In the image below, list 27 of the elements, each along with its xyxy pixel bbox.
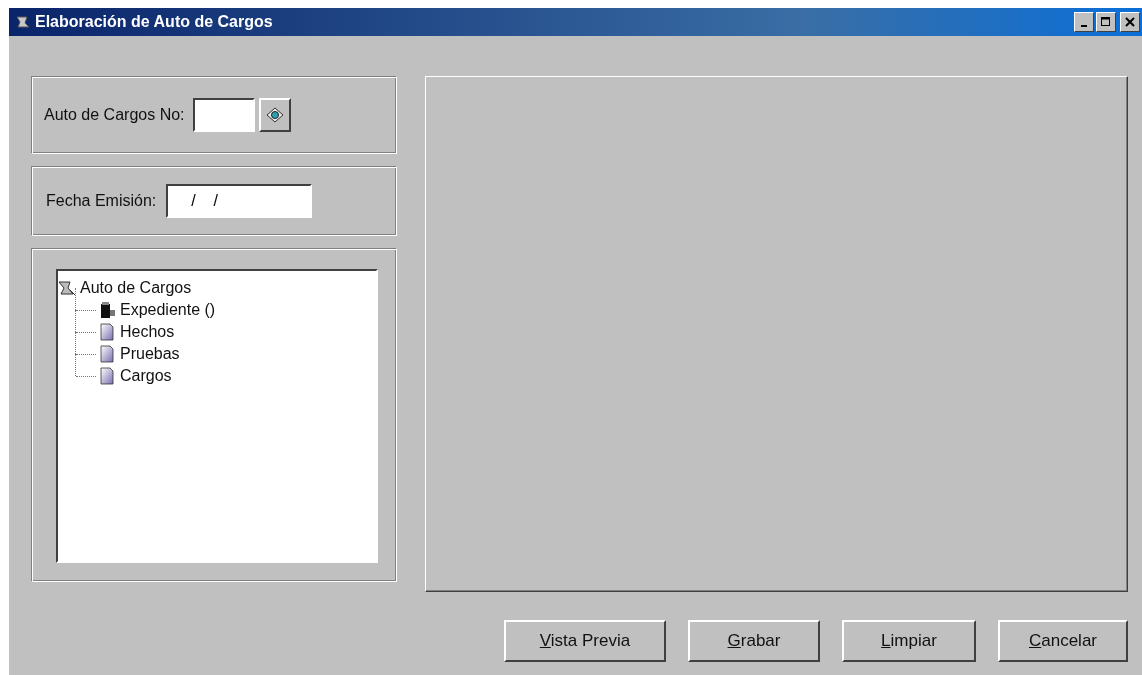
tree-item[interactable]: Auto de Cargos [80, 279, 192, 297]
action-button[interactable]: Vista Previa [504, 620, 666, 662]
action-button[interactable]: Limpiar [842, 620, 976, 662]
tree-item[interactable]: Expediente () [120, 301, 216, 319]
maximize-button[interactable] [1096, 12, 1116, 32]
binder-icon [98, 301, 116, 319]
window-title: Elaboración de Auto de Cargos [35, 13, 273, 31]
tree-item[interactable]: Hechos [120, 323, 175, 341]
tree-item[interactable]: Cargos [120, 367, 172, 385]
issue-date-field[interactable]: / / [166, 184, 313, 218]
minimize-button[interactable] [1074, 12, 1094, 32]
issue-date-label: Fecha Emisión: [46, 192, 157, 210]
page-icon [98, 367, 116, 385]
page-icon [98, 345, 116, 363]
maximize-icon [1101, 17, 1111, 27]
tree-item[interactable]: Pruebas [120, 345, 180, 363]
action-button[interactable]: Cancelar [998, 620, 1128, 662]
minimize-icon [1081, 25, 1087, 27]
page-icon [98, 323, 116, 341]
close-icon [1125, 17, 1135, 27]
close-button[interactable] [1120, 12, 1140, 32]
search-icon [264, 105, 285, 125]
search-button[interactable] [258, 98, 291, 132]
action-button[interactable]: Grabar [688, 620, 820, 662]
auto-number-label: Auto de Cargos No: [44, 106, 185, 124]
app-icon [15, 14, 31, 30]
auto-number-field[interactable] [192, 98, 255, 132]
